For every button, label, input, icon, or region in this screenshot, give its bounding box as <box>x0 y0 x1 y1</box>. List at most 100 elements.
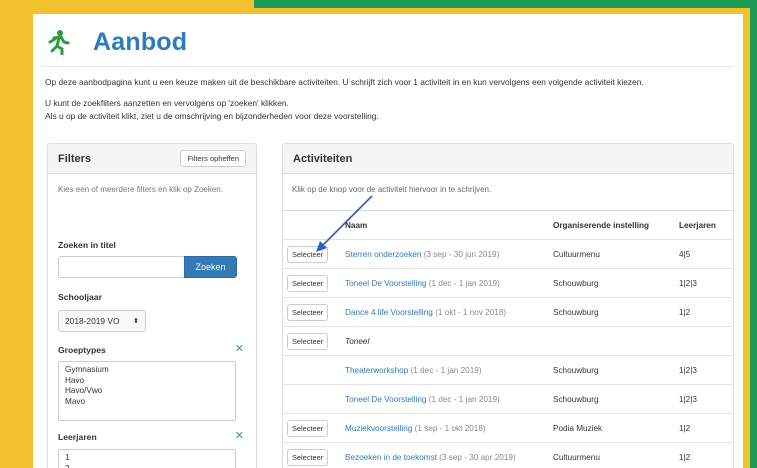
activity-link[interactable]: Muziekvoorstelling <box>345 424 412 433</box>
list-item[interactable]: Mavo <box>65 397 229 408</box>
activities-table: Naam Organiserende instelling Leerjaren … <box>283 210 733 468</box>
select-cell: Selecteer <box>283 297 341 327</box>
frame-top-green <box>254 0 757 8</box>
filters-panel-header: Filters Filters opheffen <box>48 144 256 174</box>
group-label: Toneel <box>341 326 733 356</box>
list-item[interactable]: Havo/Vwo <box>65 386 229 397</box>
list-item[interactable]: Havo <box>65 376 229 387</box>
activity-years: 1|2 <box>675 413 733 443</box>
activity-org: Schouwburg <box>549 268 675 298</box>
table-row: Selecteer Dance 4 life Voorstelling (1 ok… <box>283 297 733 327</box>
activity-years: 1|2|3 <box>675 355 733 385</box>
search-row: Zoeken <box>58 256 237 278</box>
table-row: Theaterworkshop (1 dec - 1 jan 2019) Scho… <box>283 355 733 385</box>
activity-link[interactable]: Dance 4 life Voorstelling <box>345 308 433 317</box>
activity-date: (1 okt - 1 nov 2018) <box>435 307 507 317</box>
activity-name-cell: Dance 4 life Voorstelling (1 okt - 1 nov… <box>341 297 549 327</box>
activity-name-cell: Theaterworkshop (1 dec - 1 jan 2019) <box>341 355 549 385</box>
table-row: Toneel De Voorstelling (1 dec - 1 jan 20… <box>283 384 733 414</box>
clear-grouptypes-icon[interactable]: ✕ <box>235 342 244 355</box>
list-item[interactable]: 2 <box>65 464 229 468</box>
select-activity-button[interactable]: Selecteer <box>287 448 329 466</box>
grouptypes-label: Groeptypes <box>58 345 106 355</box>
schoolyear-select[interactable]: 2018-2019 VO ⬍ <box>58 310 146 332</box>
select-cell <box>283 355 341 385</box>
activity-date: (3 sep - 30 jun 2019) <box>423 249 500 259</box>
activity-years: 1|2 <box>675 297 733 327</box>
search-title-label: Zoeken in titel <box>58 240 116 250</box>
frame-right-green <box>750 0 757 468</box>
activity-years: 4|5 <box>675 239 733 269</box>
activity-link[interactable]: Sterren onderzoeken <box>345 250 421 259</box>
table-row: Selecteer Sterren onderzoeken (3 sep - 30… <box>283 239 733 269</box>
activity-date: (1 sep - 1 okt 2018) <box>414 423 486 433</box>
activity-org: Cultuurmenu <box>549 442 675 468</box>
page-title: Aanbod <box>93 27 188 56</box>
activity-date: (1 dec - 1 jan 2019) <box>428 278 500 288</box>
clear-filters-button[interactable]: Filters opheffen <box>180 150 246 167</box>
search-button[interactable]: Zoeken <box>184 256 237 278</box>
select-cell: Selecteer <box>283 268 341 298</box>
clear-years-icon[interactable]: ✕ <box>235 429 244 442</box>
table-row: Selecteer Toneel De Voorstelling (1 dec -… <box>283 268 733 298</box>
activity-link[interactable]: Theaterworkshop <box>345 366 408 375</box>
activity-org: Schouwburg <box>549 384 675 414</box>
select-activity-button[interactable]: Selecteer <box>287 245 329 263</box>
page: Aanbod Op deze aanbodpagina kunt u een k… <box>33 14 743 468</box>
activity-name-cell: Sterren onderzoeken (3 sep - 30 jun 2019… <box>341 239 549 269</box>
list-item[interactable]: 1 <box>65 453 229 464</box>
intro-line-1: Op deze aanbodpagina kunt u een keuze ma… <box>45 77 644 87</box>
list-item[interactable]: Gymnasium <box>65 365 229 376</box>
schoolyear-label: Schooljaar <box>58 292 102 302</box>
table-row: Selecteer Bezoeken in de toekomst (3 sep … <box>283 442 733 468</box>
schoolyear-value: 2018-2019 VO <box>65 316 120 326</box>
activities-help: Klik op de knop voor de activiteit hierv… <box>292 185 492 194</box>
activity-years: 1|2 <box>675 442 733 468</box>
select-activity-button[interactable]: Selecteer <box>287 419 329 437</box>
column-header-name: Naam <box>341 210 549 240</box>
years-listbox[interactable]: 1 2 <box>58 449 236 468</box>
activity-link[interactable]: Toneel De Voorstelling <box>345 279 426 288</box>
filters-panel: Filters Filters opheffen Kies een of mee… <box>47 143 257 468</box>
header-divider <box>43 66 733 67</box>
table-header-row: Naam Organiserende instelling Leerjaren <box>283 210 733 240</box>
activity-org: Schouwburg <box>549 297 675 327</box>
select-cell: Selecteer <box>283 413 341 443</box>
activity-years: 1|2|3 <box>675 268 733 298</box>
activity-date: (1 dec - 1 jan 2019) <box>428 394 500 404</box>
filters-title: Filters <box>58 152 92 165</box>
activities-panel: Activiteiten Klik op de knop voor de act… <box>282 143 734 468</box>
activity-link[interactable]: Toneel De Voorstelling <box>345 395 426 404</box>
years-label: Leerjaren <box>58 432 97 442</box>
select-arrows-icon: ⬍ <box>133 318 139 325</box>
activity-name-cell: Muziekvoorstelling (1 sep - 1 okt 2018) <box>341 413 549 443</box>
running-figure-icon <box>48 30 70 55</box>
activity-name-cell: Bezoeken in de toekomst (3 sep - 30 apr … <box>341 442 549 468</box>
activities-panel-header: Activiteiten <box>283 144 733 174</box>
select-activity-button[interactable]: Selecteer <box>287 332 329 350</box>
grouptypes-listbox[interactable]: Gymnasium Havo Havo/Vwo Mavo <box>58 361 236 421</box>
table-row: Selecteer Toneel <box>283 326 733 356</box>
select-activity-button[interactable]: Selecteer <box>287 274 329 292</box>
activity-name-cell: Toneel De Voorstelling (1 dec - 1 jan 20… <box>341 384 549 414</box>
filters-help: Kies een of meerdere filters en klik op … <box>58 185 223 194</box>
select-column-header <box>283 210 341 240</box>
select-activity-button[interactable]: Selecteer <box>287 303 329 321</box>
activity-org: Cultuurmenu <box>549 239 675 269</box>
column-header-org: Organiserende instelling <box>549 210 675 240</box>
select-cell: Selecteer <box>283 326 341 356</box>
page-header: Aanbod <box>45 22 187 62</box>
activity-org: Podia Muziek <box>549 413 675 443</box>
activity-years: 1|2|3 <box>675 384 733 414</box>
activity-name-cell: Toneel De Voorstelling (1 dec - 1 jan 20… <box>341 268 549 298</box>
activity-date: (1 dec - 1 jan 2019) <box>410 365 482 375</box>
select-cell: Selecteer <box>283 442 341 468</box>
activities-title: Activiteiten <box>293 152 353 165</box>
table-row: Selecteer Muziekvoorstelling (1 sep - 1 o… <box>283 413 733 443</box>
search-title-input[interactable] <box>58 256 184 278</box>
activity-link[interactable]: Bezoeken in de toekomst <box>345 453 437 462</box>
select-cell: Selecteer <box>283 239 341 269</box>
column-header-years: Leerjaren <box>675 210 733 240</box>
select-cell <box>283 384 341 414</box>
intro-line-3: Als u op de activiteit klikt, ziet u de … <box>45 111 379 121</box>
